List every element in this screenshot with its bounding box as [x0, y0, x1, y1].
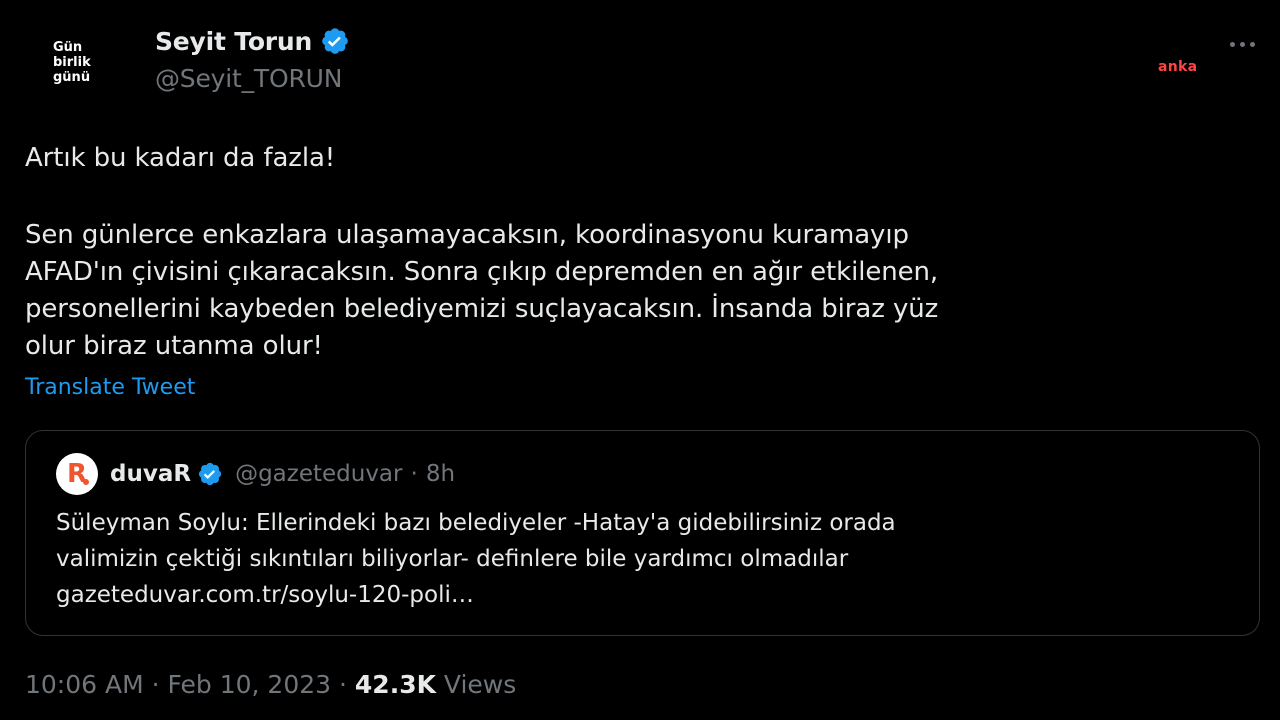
meta-separator: ·	[331, 670, 355, 699]
tweet-text-line: Sen günlerce enkazlara ulaşamayacaksın, …	[25, 220, 909, 250]
quoted-tweet-text: Süleyman Soylu: Ellerindeki bazı belediy…	[56, 505, 1236, 613]
author-name[interactable]: Seyit Torun	[155, 27, 312, 56]
tweet-text-first-line: Artık bu kadarı da fazla!	[25, 143, 336, 173]
author-avatar[interactable]: Gün birlik günü	[38, 22, 118, 102]
avatar-text-line: birlik	[53, 54, 91, 70]
more-dot-icon	[1239, 41, 1245, 47]
quoted-tweet-card[interactable]: R duvaR @gazeteduvar · 8h Süleyman Soylu…	[25, 430, 1260, 636]
quoted-avatar-dot-icon	[83, 479, 89, 485]
tweet-meta-row: 10:06 AM · Feb 10, 2023 · 42.3K Views	[25, 670, 516, 699]
avatar-text-line: günü	[53, 69, 91, 85]
more-dot-icon	[1229, 41, 1235, 47]
quoted-tweet-time[interactable]: 8h	[426, 461, 455, 487]
watermark-logo: anka	[1158, 59, 1198, 75]
quoted-author-name[interactable]: duvaR	[110, 461, 191, 487]
more-options-button[interactable]	[1222, 30, 1262, 58]
tweet-text-line: olur biraz utanma olur!	[25, 331, 323, 361]
quoted-text-line: valimizin çektiği sıkıntıları biliyorlar…	[56, 546, 849, 572]
tweet-date[interactable]: Feb 10, 2023	[168, 670, 332, 699]
tweet-text-line: AFAD'ın çivisini çıkaracaksın. Sonra çık…	[25, 257, 939, 287]
verified-badge-icon	[322, 28, 348, 54]
author-handle[interactable]: @Seyit_TORUN	[155, 64, 342, 93]
tweet-text-body: Sen günlerce enkazlara ulaşamayacaksın, …	[25, 217, 1255, 365]
quoted-link-line[interactable]: gazeteduvar.com.tr/soylu-120-poli…	[56, 577, 1236, 613]
quoted-header-separator: ·	[410, 461, 418, 487]
tweet-text-line: personellerini kaybeden belediyemizi suç…	[25, 294, 939, 324]
quoted-text-line: Süleyman Soylu: Ellerindeki bazı belediy…	[56, 510, 896, 536]
quoted-verified-badge-icon	[198, 462, 222, 486]
quoted-tweet-header: R duvaR @gazeteduvar · 8h	[56, 453, 455, 495]
quoted-author-handle[interactable]: @gazeteduvar	[235, 461, 402, 487]
avatar-text-line: Gün	[53, 39, 83, 55]
views-count[interactable]: 42.3K	[355, 670, 436, 699]
views-label: Views	[435, 670, 517, 699]
tweet-time[interactable]: 10:06 AM	[25, 670, 144, 699]
more-dot-icon	[1249, 41, 1255, 47]
tweet-page: Gün birlik günü Seyit Torun @Seyit_TORUN…	[0, 0, 1280, 720]
meta-separator: ·	[143, 670, 168, 699]
quoted-author-avatar[interactable]: R	[56, 453, 98, 495]
translate-tweet-link[interactable]: Translate Tweet	[25, 375, 195, 400]
author-name-row: Seyit Torun	[155, 26, 350, 56]
